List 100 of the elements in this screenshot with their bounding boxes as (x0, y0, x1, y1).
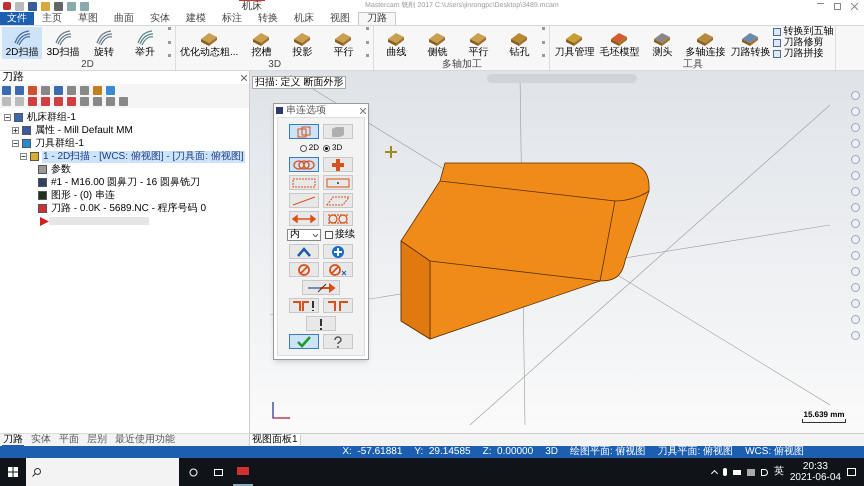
tree-item[interactable]: 机床群组-1 (26, 112, 77, 124)
ribbon-button[interactable]: 曲线 (376, 27, 416, 59)
panel-tab[interactable]: 平面 (58, 435, 80, 445)
status-item: X: -57.61881 (342, 447, 402, 457)
undo-icon[interactable] (67, 2, 76, 10)
ribbon-small-button[interactable]: 刀路修剪 (773, 38, 834, 48)
group-label: 3D (267, 59, 282, 70)
ribbon-tab[interactable]: 刀路 (358, 12, 396, 25)
ribbon-tab[interactable]: 主页 (34, 12, 70, 25)
clock-time: 20:33 (802, 461, 828, 472)
ribbon-tab[interactable]: 曲面 (106, 12, 142, 25)
ribbon-tab[interactable]: 标注 (214, 12, 250, 25)
gallery-scroll-icon[interactable] (364, 27, 372, 57)
save-icon[interactable] (28, 2, 37, 10)
gallery-scroll-icon[interactable] (540, 27, 548, 57)
ribbon-button[interactable]: 2D扫描 (2, 27, 42, 59)
chain-option-button[interactable] (302, 280, 340, 295)
prompt-label: 扫描: 定义 断面外形 (252, 76, 346, 89)
chain-option-button[interactable] (289, 298, 319, 313)
tree-item[interactable]: 刀具群组-1 (34, 138, 85, 150)
maximize-icon[interactable] (834, 2, 841, 10)
collapse-icon[interactable] (4, 114, 11, 121)
ribbon-button[interactable]: 侧铣 (417, 27, 458, 59)
clock-date: 2021-06-04 (790, 472, 841, 483)
ribbon-button[interactable]: 平行 (323, 27, 364, 59)
ribbon-small-button[interactable]: 转换到五轴 (773, 27, 834, 37)
path-icon (38, 204, 47, 213)
prohibited-cross-icon (329, 264, 347, 276)
panel-tab[interactable]: 层别 (86, 435, 108, 445)
view-sheet-tab[interactable]: 视图面板1 (250, 435, 301, 445)
taskbar-search-field[interactable] (26, 458, 179, 486)
tree-item[interactable]: 属性 - Mill Default MM (34, 124, 134, 136)
input-method-indicator[interactable]: 英 (774, 467, 784, 477)
close-icon[interactable] (241, 74, 247, 80)
ribbon-button[interactable]: 投影 (282, 27, 322, 59)
cutter-icon (38, 178, 47, 187)
chain-option-button[interactable] (306, 316, 336, 331)
ribbon-button[interactable]: 挖槽 (241, 27, 282, 59)
redo-icon[interactable] (80, 2, 89, 10)
chain-option-button[interactable] (289, 244, 319, 259)
ribbon-button[interactable]: 刀具管理 (552, 27, 596, 59)
axis-triad-icon (270, 401, 292, 421)
panel-tab[interactable]: 实体 (30, 435, 52, 445)
status-item: 绘图平面: 俯视图 (570, 447, 646, 457)
line-icon (292, 196, 316, 206)
ribbon-button[interactable]: 刀路转换 (728, 27, 772, 59)
tree-item[interactable]: 图形 - (0) 串连 (50, 190, 116, 202)
tree-item[interactable]: 参数 (50, 164, 72, 176)
ribbon-small-button[interactable]: 刀路拼接 (773, 49, 834, 59)
notification-icon[interactable] (847, 468, 856, 476)
group-label: 2D (80, 59, 95, 70)
app-logo-icon (3, 2, 11, 10)
radio-option[interactable]: 3D (323, 142, 342, 154)
print-icon[interactable] (54, 2, 63, 10)
folder-icon[interactable] (41, 2, 50, 10)
ribbon-button[interactable]: 旋转 (84, 27, 124, 59)
crosshair-icon (385, 146, 397, 158)
new-file-icon[interactable] (15, 2, 24, 10)
ribbon-tab[interactable]: 实体 (142, 12, 178, 25)
ribbon-button[interactable]: 毛坯模型 (597, 27, 642, 59)
dashed-rectangle-icon (292, 178, 316, 188)
question-icon (333, 336, 343, 348)
tree-item[interactable]: #1 - M16.00 圆鼻刀 - 16 圆鼻铣刀 (50, 176, 201, 188)
chain-option-button[interactable] (323, 334, 353, 349)
ribbon-button[interactable]: 优化动态粗... (178, 27, 240, 59)
task-view-icon[interactable] (214, 468, 223, 476)
file-tab[interactable]: 文件 (0, 12, 34, 25)
close-icon[interactable] (851, 2, 858, 10)
checkbox[interactable]: 接续 (325, 230, 355, 240)
rings-icon (293, 160, 315, 170)
ribbon-button[interactable]: 3D扫描 (43, 27, 83, 59)
tree-item[interactable]: 1 - 2D扫描 - [WCS: 俯视图] - [刀具面: 俯视图] (42, 150, 245, 162)
ribbon-button[interactable]: 钻孔 (499, 27, 540, 59)
close-icon[interactable] (360, 108, 366, 114)
ribbon-tab[interactable]: 机床 (286, 12, 322, 25)
ribbon-button[interactable]: 平行 (458, 27, 498, 59)
collapse-icon[interactable] (20, 153, 27, 160)
params-icon (38, 165, 47, 174)
scale-label: 15.639 mm (804, 411, 844, 419)
dropdown[interactable]: 内 (287, 229, 321, 241)
ribbon-tab[interactable]: 建模 (178, 12, 214, 25)
circle-icon[interactable] (189, 468, 198, 476)
gallery-scroll-icon[interactable] (166, 27, 173, 57)
expand-icon[interactable] (12, 127, 19, 134)
status-item: Y: 29.14585 (414, 447, 471, 457)
ribbon-button[interactable]: 多轴连接 (683, 27, 728, 59)
panel-tab[interactable]: 最近使用功能 (114, 435, 176, 445)
ribbon-button[interactable]: 举升 (125, 27, 165, 59)
ribbon-tab[interactable]: 草图 (70, 12, 106, 25)
collapse-icon[interactable] (12, 140, 19, 147)
tree-item[interactable]: 刀路 - 0.0K - 5689.NC - 程序号码 0 (50, 202, 208, 214)
ribbon-tab[interactable]: 视图 (322, 12, 358, 25)
radio-option[interactable]: 2D (300, 142, 319, 154)
start-icon[interactable] (8, 467, 18, 477)
prohibited-icon (298, 264, 310, 276)
minimize-icon[interactable] (817, 2, 824, 4)
cross-icon (332, 158, 344, 170)
chain-option-button[interactable] (323, 244, 353, 259)
ribbon-tab[interactable]: 转换 (250, 12, 286, 25)
ribbon-button[interactable]: 测头 (642, 27, 682, 59)
